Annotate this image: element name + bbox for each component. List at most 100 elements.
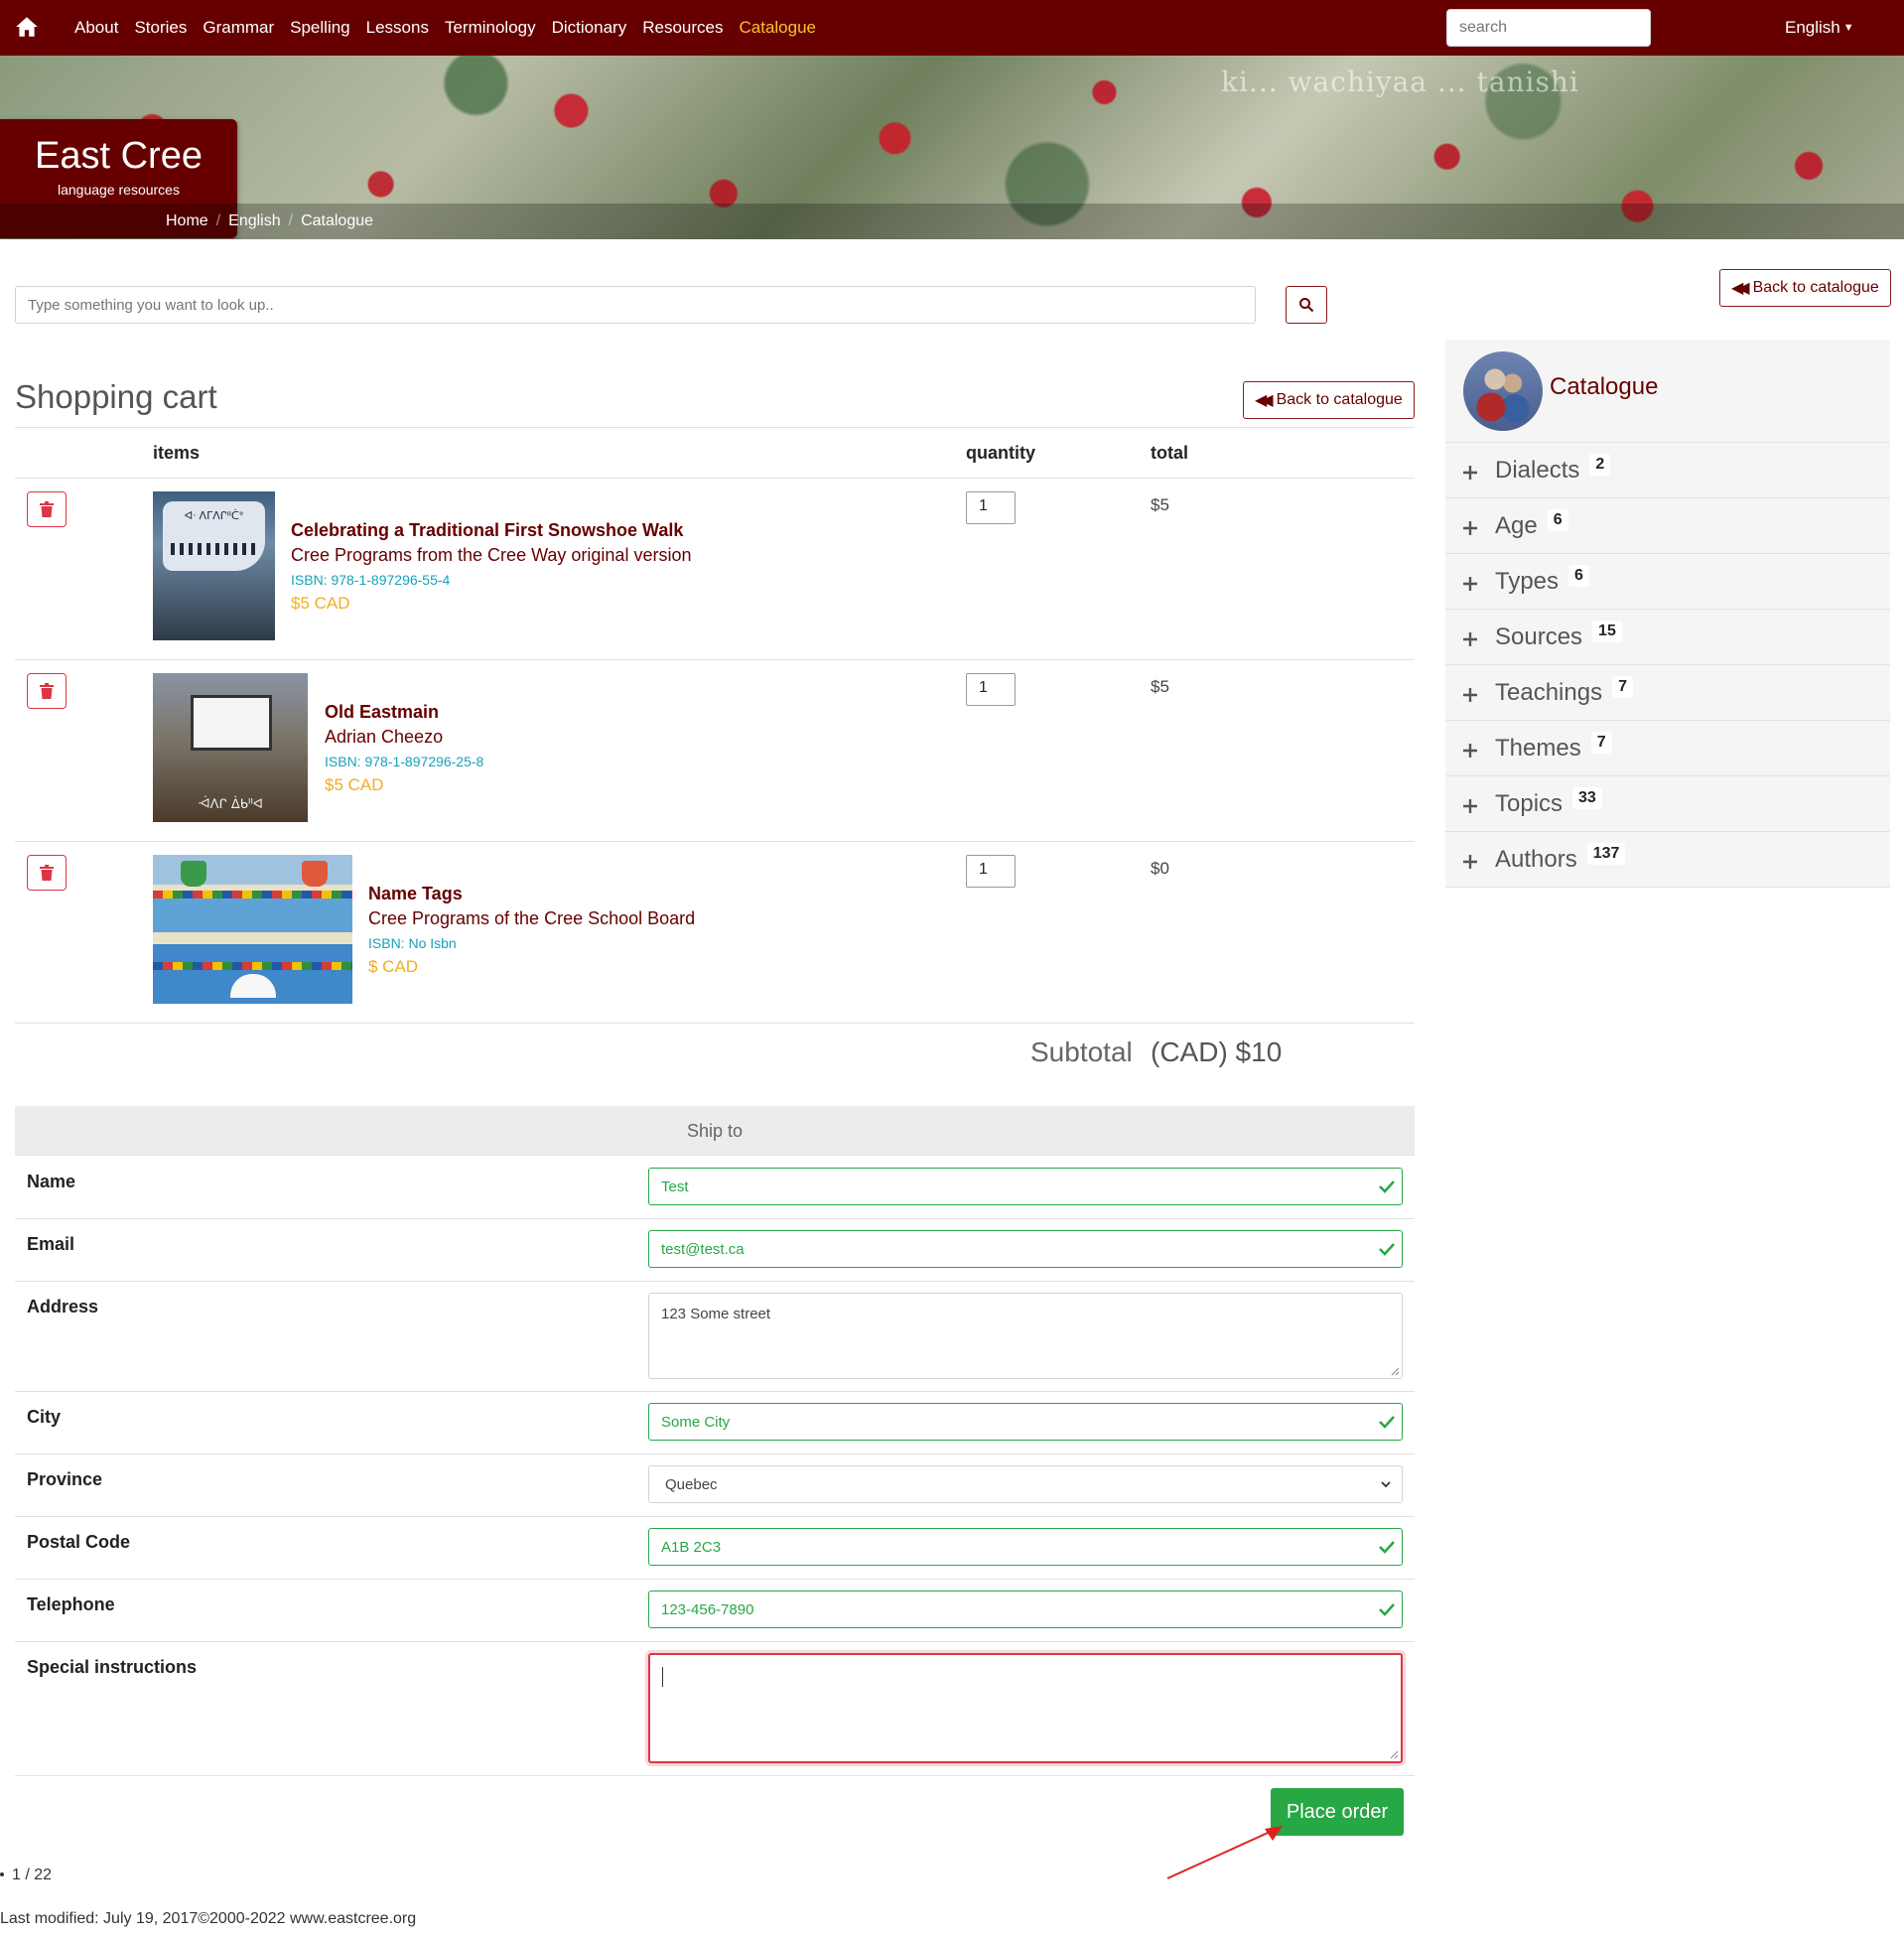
nav-dictionary[interactable]: Dictionary <box>552 18 627 38</box>
item-title[interactable]: Name Tags <box>368 884 695 904</box>
back-to-catalogue-label: Back to catalogue <box>1276 391 1403 408</box>
nav-spelling[interactable]: Spelling <box>290 18 350 38</box>
province-select[interactable]: Quebec <box>648 1465 1403 1503</box>
divider <box>15 427 1415 428</box>
page-title: Shopping cart <box>15 378 217 415</box>
divider <box>15 1775 1415 1776</box>
plus-icon <box>1463 520 1477 535</box>
sidebar-header[interactable]: Catalogue <box>1445 340 1890 443</box>
resize-grip-icon[interactable] <box>1390 1366 1400 1376</box>
sidebar-item-age[interactable]: Age 6 <box>1445 498 1890 554</box>
caret-down-icon: ▼ <box>1842 22 1854 34</box>
count-badge: 7 <box>1590 731 1612 754</box>
back-to-catalogue-label: Back to catalogue <box>1752 279 1879 296</box>
home-icon[interactable] <box>14 14 40 40</box>
sidebar-item-sources[interactable]: Sources 15 <box>1445 610 1890 665</box>
chevron-down-icon <box>1381 1481 1391 1488</box>
telephone-label: Telephone <box>27 1594 115 1614</box>
item-title[interactable]: Celebrating a Traditional First Snowshoe… <box>291 520 691 541</box>
nav-search-input[interactable] <box>1446 9 1651 47</box>
banner-overlay-text: ki... wachiyaa ... tanishi <box>1221 66 1579 98</box>
address-label: Address <box>27 1297 99 1316</box>
item-title[interactable]: Old Eastmain <box>325 702 483 723</box>
pagination: 1 / 22 <box>0 1867 52 1884</box>
quantity-input[interactable]: 1 <box>966 673 1016 706</box>
item-cover-image[interactable]: ᐊᐧ ᐱᒥᐱᒋᐦᑖᐤ <box>153 491 275 640</box>
nav-lessons[interactable]: Lessons <box>366 18 429 38</box>
language-dropdown[interactable]: English ▼ <box>1785 18 1854 38</box>
item-cover-image[interactable] <box>153 855 352 1004</box>
divider <box>15 1579 1415 1580</box>
cover-caption: ᐙᐱᒋ ᐄᑲᐦᐊ <box>198 797 263 812</box>
back-to-catalogue-button-top[interactable]: ◀◀ Back to catalogue <box>1719 269 1891 307</box>
breadcrumb-home[interactable]: Home <box>166 212 208 230</box>
remove-item-button[interactable] <box>27 673 67 709</box>
hand-shape <box>181 861 206 887</box>
breadcrumb-english[interactable]: English <box>228 212 280 230</box>
column-header-total: total <box>1151 443 1188 463</box>
address-field[interactable]: 123 Some street <box>648 1293 1403 1379</box>
city-label: City <box>27 1407 62 1427</box>
sidebar-item-themes[interactable]: Themes 7 <box>1445 721 1890 776</box>
cover-stripe <box>153 962 352 970</box>
name-field[interactable]: Test <box>648 1168 1403 1205</box>
sidebar-item-dialects[interactable]: Dialects 2 <box>1445 443 1890 498</box>
cover-stripe <box>153 891 352 899</box>
count-badge: 137 <box>1586 842 1626 865</box>
item-subtitle: Cree Programs from the Cree Way original… <box>291 545 692 565</box>
back-to-catalogue-button[interactable]: ◀◀ Back to catalogue <box>1243 381 1415 419</box>
nav-stories[interactable]: Stories <box>134 18 187 38</box>
breadcrumb-separator: / <box>288 212 294 229</box>
plus-icon <box>1463 576 1477 591</box>
count-badge: 33 <box>1572 786 1602 809</box>
divider <box>15 1391 1415 1392</box>
nav-catalogue[interactable]: Catalogue <box>739 18 816 38</box>
sidebar-item-label: Sources <box>1495 623 1583 650</box>
line-total: $0 <box>1151 859 1169 878</box>
remove-item-button[interactable] <box>27 855 67 891</box>
nav-terminology[interactable]: Terminology <box>445 18 536 38</box>
plus-icon <box>1463 854 1477 869</box>
address-value: 123 Some street <box>661 1306 771 1322</box>
quantity-input[interactable]: 1 <box>966 855 1016 888</box>
email-field[interactable]: test@test.ca <box>648 1230 1403 1268</box>
sidebar-title: Catalogue <box>1550 373 1659 400</box>
special-instructions-field[interactable] <box>648 1653 1403 1763</box>
city-field[interactable]: Some City <box>648 1403 1403 1441</box>
lookup-search-button[interactable] <box>1286 286 1327 324</box>
sidebar-item-label: Authors <box>1495 845 1577 873</box>
postal-code-label: Postal Code <box>27 1532 131 1552</box>
item-isbn: ISBN: No Isbn <box>368 935 457 951</box>
sidebar-item-label: Themes <box>1495 734 1581 761</box>
telephone-field[interactable]: 123-456-7890 <box>648 1591 1403 1628</box>
sidebar-item-types[interactable]: Types 6 <box>1445 554 1890 610</box>
catalogue-avatar <box>1463 351 1543 431</box>
postal-code-field[interactable]: A1B 2C3 <box>648 1528 1403 1566</box>
item-subtitle: Cree Programs of the Cree School Board <box>368 908 696 928</box>
bullet-icon <box>0 1872 4 1876</box>
remove-item-button[interactable] <box>27 491 67 527</box>
quantity-input[interactable]: 1 <box>966 491 1016 524</box>
lookup-input[interactable] <box>15 286 1256 324</box>
divider <box>15 841 1415 842</box>
column-header-items: items <box>153 443 201 463</box>
place-order-button[interactable]: Place order <box>1271 1788 1404 1836</box>
item-cover-image[interactable]: ᐙᐱᒋ ᐄᑲᐦᐊ <box>153 673 308 822</box>
sidebar-item-teachings[interactable]: Teachings 7 <box>1445 665 1890 721</box>
nav-resources[interactable]: Resources <box>642 18 723 38</box>
plus-icon <box>1463 631 1477 646</box>
page-indicator: 1 / 22 <box>12 1867 53 1883</box>
postal-code-value: A1B 2C3 <box>661 1538 722 1556</box>
item-price: $ CAD <box>368 957 419 976</box>
count-badge: 6 <box>1568 564 1589 587</box>
nav-grammar[interactable]: Grammar <box>203 18 274 38</box>
sidebar-item-topics[interactable]: Topics 33 <box>1445 776 1890 832</box>
count-badge: 15 <box>1592 620 1622 642</box>
catalogue-sidebar: Catalogue Dialects 2 Age 6 Types 6 Sourc… <box>1445 340 1890 888</box>
sidebar-item-authors[interactable]: Authors 137 <box>1445 832 1890 888</box>
logo-subtitle: language resources <box>58 182 180 198</box>
nav-about[interactable]: About <box>74 18 118 38</box>
resize-grip-icon[interactable] <box>1389 1749 1399 1759</box>
hand-shape <box>302 861 328 887</box>
trash-icon <box>40 501 54 517</box>
